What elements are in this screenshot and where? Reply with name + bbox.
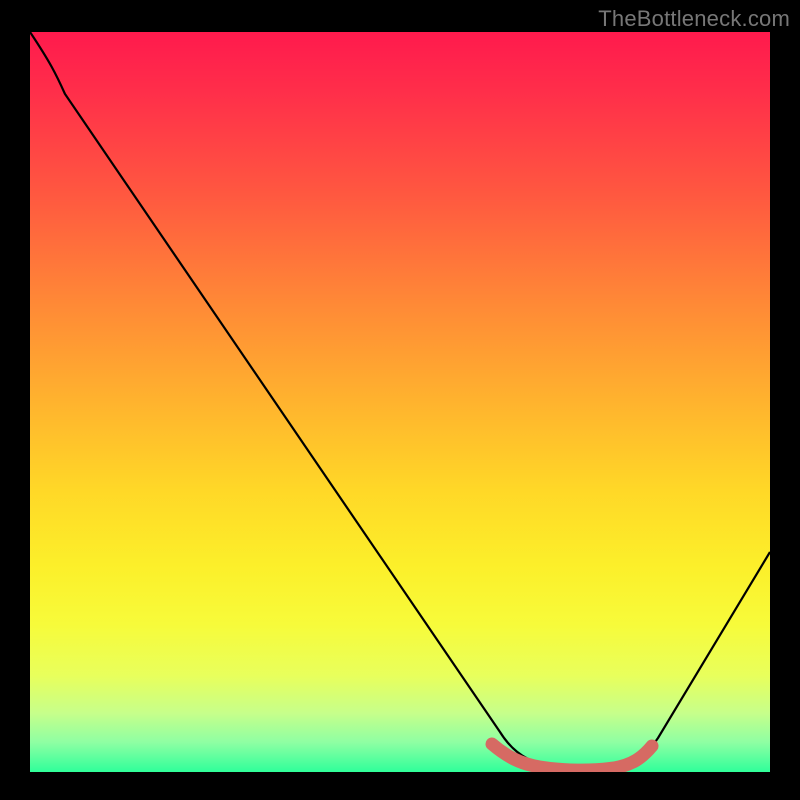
curve-layer: [30, 32, 770, 772]
watermark-text: TheBottleneck.com: [598, 6, 790, 32]
plot-area: [30, 32, 770, 772]
optimal-highlight: [492, 744, 652, 770]
bottleneck-curve: [30, 32, 770, 769]
chart-frame: TheBottleneck.com: [0, 0, 800, 800]
